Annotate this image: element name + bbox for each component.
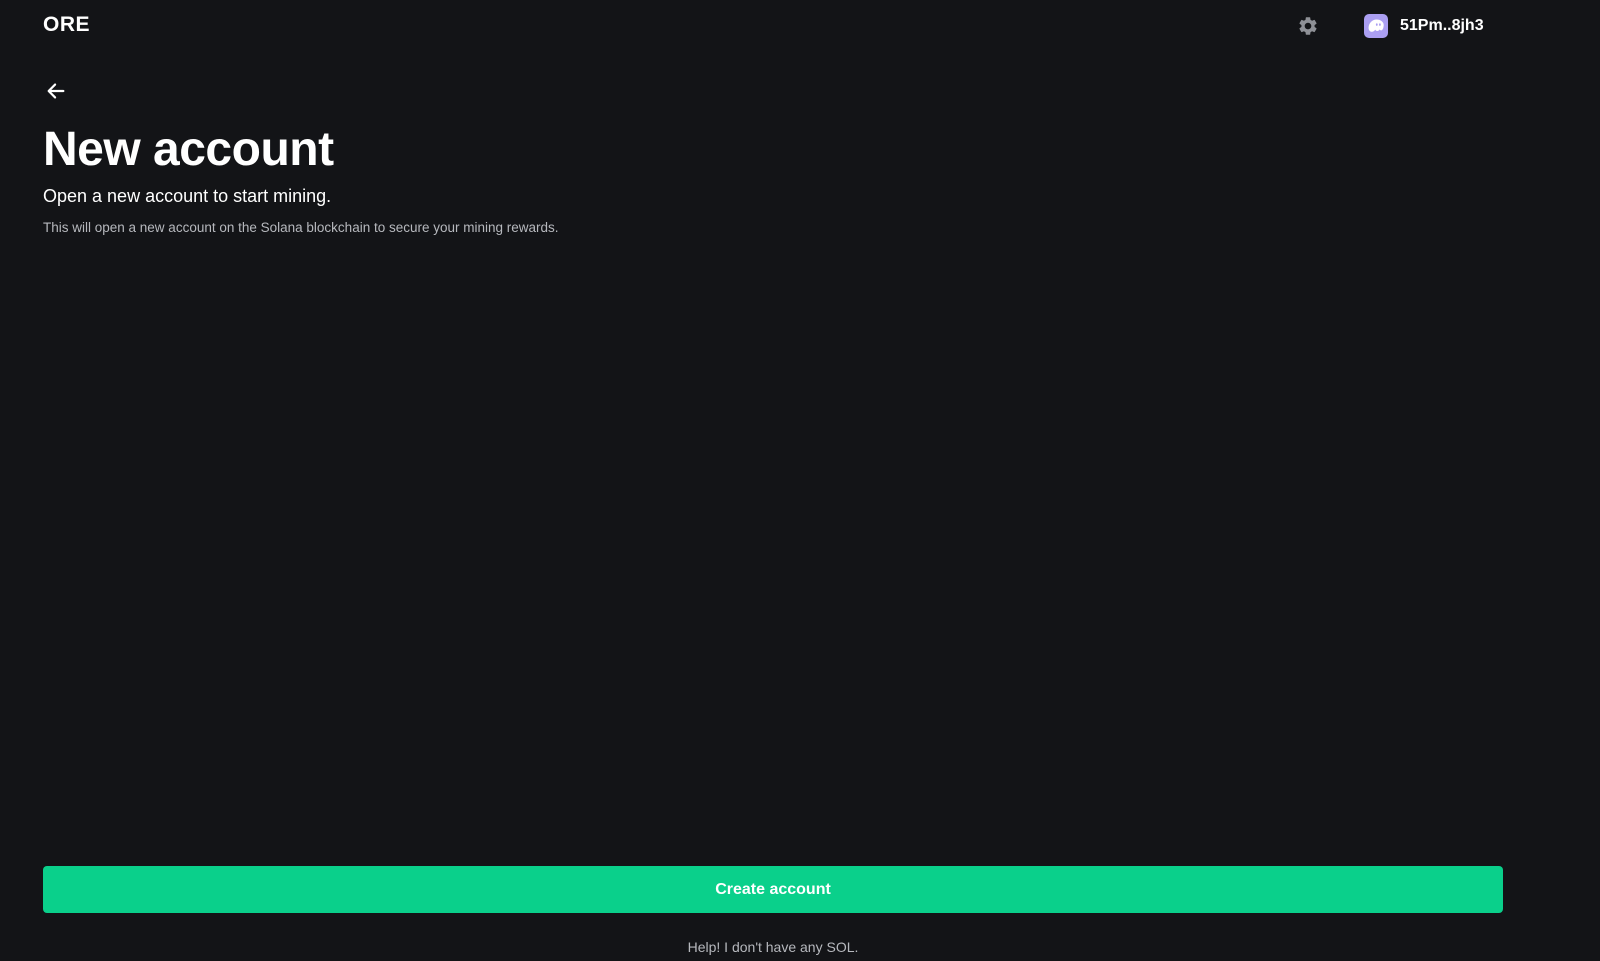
page-subtitle: Open a new account to start mining. — [43, 186, 332, 206]
create-account-button[interactable]: Create account — [43, 866, 1503, 913]
page: ORE 51Pm..8jh3 New account Open a new ac… — [0, 0, 1600, 961]
settings-button[interactable] — [1296, 14, 1320, 38]
arrow-left-icon — [47, 83, 65, 99]
top-bar: ORE 51Pm..8jh3 — [0, 0, 1600, 52]
page-description: This will open a new account on the Sola… — [43, 220, 559, 235]
help-no-sol-link[interactable]: Help! I don't have any SOL. — [0, 938, 1546, 956]
gear-icon — [1299, 17, 1317, 35]
wallet-avatar — [1364, 14, 1388, 38]
page-title: New account — [43, 123, 334, 176]
wallet-address: 51Pm..8jh3 — [1400, 17, 1484, 34]
phantom-ghost-icon — [1368, 19, 1384, 32]
wallet-button[interactable]: 51Pm..8jh3 — [1364, 13, 1484, 39]
back-button[interactable] — [43, 78, 69, 104]
logo[interactable]: ORE — [43, 13, 90, 37]
